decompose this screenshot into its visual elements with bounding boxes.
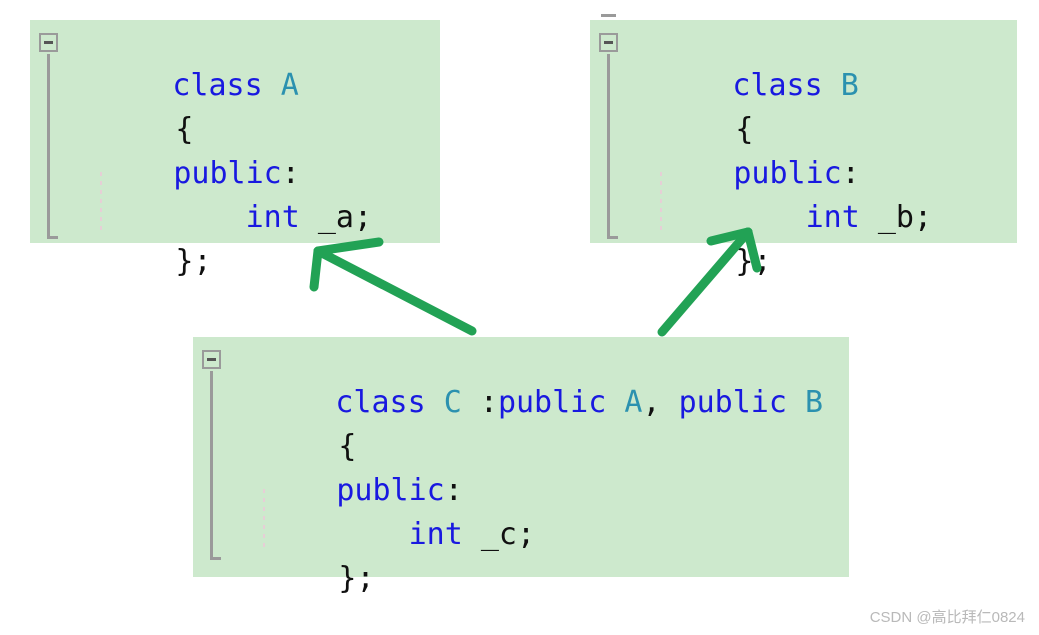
code-block-class-c[interactable]: class C :public A, public B { public: in… xyxy=(193,337,849,596)
code-line[interactable]: { xyxy=(590,64,1017,147)
code-line[interactable]: }; xyxy=(193,513,849,596)
arrow-c-to-a-head-top xyxy=(313,237,384,256)
token-semicolon: ; xyxy=(356,561,375,596)
outline-foot xyxy=(210,557,221,560)
code-line[interactable]: { xyxy=(30,64,440,147)
code-line[interactable]: }; xyxy=(30,196,440,279)
code-line[interactable]: public: xyxy=(193,425,849,508)
outline-stub-above xyxy=(601,14,616,17)
code-line[interactable]: class C :public A, public B xyxy=(193,337,849,420)
token-brace-close: } xyxy=(735,244,754,279)
token-brace-close: } xyxy=(338,561,357,596)
code-line[interactable]: int _c; xyxy=(193,469,849,552)
code-line[interactable]: { xyxy=(193,381,849,464)
token-brace-close: } xyxy=(175,244,194,279)
code-line[interactable]: int _a; xyxy=(30,152,440,235)
arrow-c-to-a-shaft xyxy=(313,246,477,336)
arrow-c-to-a-head-side xyxy=(309,246,323,292)
code-line[interactable]: class A xyxy=(30,20,440,103)
code-line[interactable]: class B xyxy=(590,20,1017,103)
code-line[interactable]: }; xyxy=(590,196,1017,279)
code-line[interactable]: public: xyxy=(590,108,1017,191)
code-block-class-b[interactable]: class B { public: int _b; }; xyxy=(590,14,1017,279)
csdn-watermark: CSDN @高比拜仁0824 xyxy=(869,609,1025,626)
code-line[interactable]: public: xyxy=(30,108,440,191)
token-semicolon: ; xyxy=(193,244,212,279)
code-block-class-a[interactable]: class A { public: int _a; }; xyxy=(30,20,440,279)
token-semicolon: ; xyxy=(753,244,772,279)
code-line[interactable]: int _b; xyxy=(590,152,1017,235)
screenshot-canvas: class A { public: int _a; }; class B {p… xyxy=(0,0,1039,635)
